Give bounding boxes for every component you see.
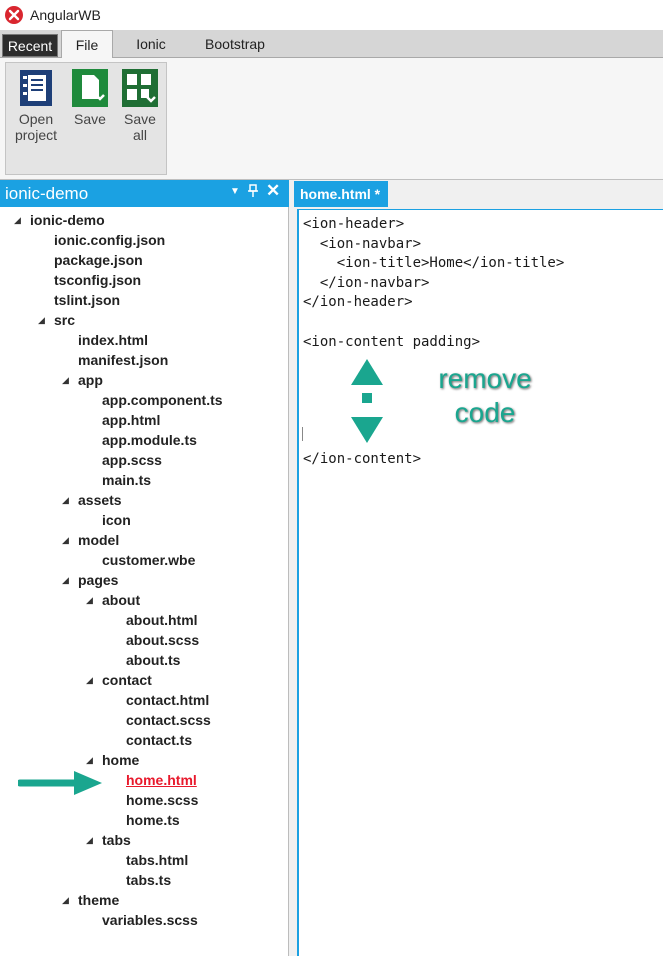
tree-item[interactable]: contact.scss xyxy=(126,710,211,730)
tree-item[interactable]: home xyxy=(102,750,139,770)
code-line: </ion-content> xyxy=(303,451,422,468)
tree-item[interactable]: model xyxy=(78,530,119,550)
save-all-label-2: all xyxy=(132,127,147,143)
tree-item[interactable]: home.scss xyxy=(126,790,198,810)
tree-item[interactable]: src xyxy=(54,310,75,330)
tree-item[interactable]: app.module.ts xyxy=(102,430,197,450)
code-line: </ion-header> xyxy=(303,294,413,311)
expand-arrow-icon[interactable]: ◢ xyxy=(38,310,45,330)
tree-item[interactable]: ionic-demo xyxy=(30,210,105,230)
code-line: <ion-header> xyxy=(303,216,405,232)
tab-bootstrap[interactable]: Bootstrap xyxy=(190,30,280,58)
tree-item[interactable]: manifest.json xyxy=(78,350,168,370)
save-label: Save xyxy=(74,111,106,127)
tree-item[interactable]: home.html xyxy=(126,770,197,790)
tree-item[interactable]: app.component.ts xyxy=(102,390,223,410)
save-all-label-1: Save xyxy=(124,111,156,127)
tree-item[interactable]: theme xyxy=(78,890,119,910)
save-all-button[interactable]: Save all xyxy=(118,69,162,143)
tree-item[interactable]: tabs.html xyxy=(126,850,188,870)
tab-ionic[interactable]: Ionic xyxy=(122,30,180,58)
code-editor[interactable]: <ion-header> <ion-navbar> <ion-title>Hom… xyxy=(297,209,663,956)
notebook-icon xyxy=(17,69,55,107)
tree-item[interactable]: about.scss xyxy=(126,630,199,650)
tab-recent[interactable]: Recent xyxy=(2,34,58,57)
expand-arrow-icon[interactable]: ◢ xyxy=(86,750,93,770)
remove-code-annotation: remove code xyxy=(430,362,540,430)
annotation-line-2: code xyxy=(454,397,516,428)
up-down-arrows-icon xyxy=(351,359,383,443)
tree-item[interactable]: tabs.ts xyxy=(126,870,171,890)
open-project-button[interactable]: Open project xyxy=(14,69,58,143)
project-explorer: ionic-demo ▼ ✕ ◢ ionic-demo ionic.config.j… xyxy=(0,180,289,956)
tree-item[interactable]: main.ts xyxy=(102,470,151,490)
tree-item[interactable]: package.json xyxy=(54,250,143,270)
expand-arrow-icon[interactable]: ◢ xyxy=(86,670,93,690)
expand-arrow-icon[interactable]: ◢ xyxy=(62,370,69,390)
file-group: Open project Save Save all xyxy=(5,62,167,175)
open-label-1: Open xyxy=(18,111,54,127)
open-label-2: project xyxy=(14,127,58,143)
app-logo-icon xyxy=(5,6,23,24)
window-title: AngularWB xyxy=(30,7,101,23)
expand-arrow-icon[interactable]: ◢ xyxy=(62,530,69,550)
tree-item[interactable]: ionic.config.json xyxy=(54,230,165,250)
code-line: <ion-content padding> xyxy=(303,333,481,350)
tree-item[interactable]: customer.wbe xyxy=(102,550,195,570)
tree-item[interactable]: pages xyxy=(78,570,118,590)
pointer-arrow-icon xyxy=(18,771,102,795)
tab-home-html[interactable]: home.html * xyxy=(294,181,388,207)
tree-item[interactable]: tabs xyxy=(102,830,131,850)
tree-item[interactable]: tslint.json xyxy=(54,290,120,310)
ribbon-tab-bar: Recent File Ionic Bootstrap xyxy=(0,30,663,59)
tab-file[interactable]: File xyxy=(61,30,113,59)
dropdown-icon[interactable]: ▼ xyxy=(230,186,240,197)
tree-item[interactable]: assets xyxy=(78,490,122,510)
expand-arrow-icon[interactable]: ◢ xyxy=(14,210,21,230)
explorer-header: ionic-demo ▼ ✕ xyxy=(0,180,289,207)
tree-item[interactable]: variables.scss xyxy=(102,910,198,930)
tree-item[interactable]: app xyxy=(78,370,103,390)
tree-item[interactable]: index.html xyxy=(78,330,148,350)
save-all-icon xyxy=(121,69,159,107)
explorer-title: ionic-demo xyxy=(5,183,89,203)
code-line: <ion-title>Home</ion-title> xyxy=(303,255,565,272)
tree-item[interactable]: contact xyxy=(102,670,152,690)
tree-item[interactable]: icon xyxy=(102,510,131,530)
tree-item[interactable]: app.html xyxy=(102,410,160,430)
expand-arrow-icon[interactable]: ◢ xyxy=(62,490,69,510)
close-icon[interactable]: ✕ xyxy=(266,181,280,201)
tree-item[interactable]: contact.html xyxy=(126,690,209,710)
ribbon-panel: Open project Save Save all xyxy=(0,58,663,180)
save-file-icon xyxy=(71,69,109,107)
tree-item[interactable]: about.html xyxy=(126,610,198,630)
code-line: </ion-navbar> xyxy=(303,274,430,291)
text-cursor xyxy=(302,427,303,441)
code-line: <ion-navbar> xyxy=(303,235,422,252)
expand-arrow-icon[interactable]: ◢ xyxy=(62,570,69,590)
tree-item[interactable]: about.ts xyxy=(126,650,180,670)
save-button[interactable]: Save xyxy=(68,69,112,127)
editor-tab-bar: home.html * xyxy=(292,180,663,207)
expand-arrow-icon[interactable]: ◢ xyxy=(86,590,93,610)
app-window: AngularWB Recent File Ionic Bootstrap Op… xyxy=(0,0,663,956)
expand-arrow-icon[interactable]: ◢ xyxy=(86,830,93,850)
tree-item[interactable]: home.ts xyxy=(126,810,180,830)
tree-item[interactable]: app.scss xyxy=(102,450,162,470)
pin-icon[interactable] xyxy=(248,184,258,201)
tree-item[interactable]: tsconfig.json xyxy=(54,270,141,290)
expand-arrow-icon[interactable]: ◢ xyxy=(62,890,69,910)
title-bar: AngularWB xyxy=(0,0,663,30)
annotation-line-1: remove xyxy=(438,363,532,394)
tree-item[interactable]: about xyxy=(102,590,140,610)
tree-item[interactable]: contact.ts xyxy=(126,730,192,750)
